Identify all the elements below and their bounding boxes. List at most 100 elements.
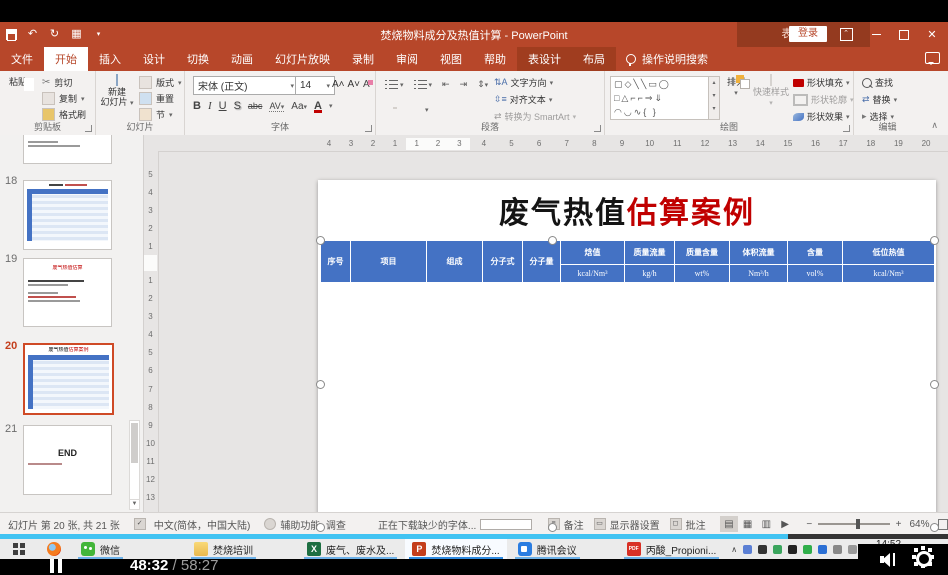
dialog-launcher-icon[interactable] — [85, 125, 92, 132]
shape-outline-button[interactable]: 形状轮廓 ▾ — [793, 93, 854, 106]
tell-me-search[interactable]: 操作说明搜索 — [616, 47, 718, 71]
column-unit[interactable]: kcal/Nm³ — [843, 265, 935, 283]
selection-handle[interactable] — [930, 236, 939, 245]
language-status[interactable]: 中文(简体，中国大陆) — [154, 517, 251, 532]
tab-review[interactable]: 审阅 — [385, 47, 429, 71]
reset-button[interactable]: 重置 — [139, 92, 182, 105]
tray-icon[interactable] — [758, 545, 767, 554]
cut-button[interactable]: ✂剪切 — [42, 76, 86, 89]
text-shadow-button[interactable]: S — [234, 100, 241, 112]
column-unit[interactable]: kg/h — [625, 265, 675, 283]
tray-icon[interactable] — [818, 545, 827, 554]
taskbar-item-meeting[interactable]: 腾讯会议 — [511, 539, 584, 559]
font-size-buttons[interactable]: A˄ A˅ A — [332, 79, 370, 90]
column-header[interactable]: 组成 — [427, 241, 483, 283]
column-header[interactable]: 低位热值 — [843, 241, 935, 265]
zoom-slider[interactable] — [818, 523, 889, 525]
shrink-font-icon[interactable]: A˅ — [348, 79, 361, 90]
shape-fill-button[interactable]: 形状填充 ▾ — [793, 76, 854, 89]
text-direction-button[interactable]: ⇅A文字方向 ▾ — [494, 76, 576, 89]
selection-handle[interactable] — [316, 236, 325, 245]
dialog-launcher-icon[interactable] — [843, 125, 850, 132]
find-button[interactable]: 查找 — [862, 76, 897, 89]
copy-button[interactable]: 复制 ▾ — [42, 92, 86, 105]
slide-sorter-view-button[interactable]: ▦ — [738, 516, 757, 532]
paste-button[interactable]: 粘贴 ▾ — [2, 75, 40, 89]
dialog-launcher-icon[interactable] — [365, 125, 372, 132]
slide-table-wrap[interactable]: 序号项目组成分子式分子量焓值质量流量质量含量体积流量含量低位热值kcal/Nm³… — [320, 240, 934, 527]
underline-button[interactable]: U — [219, 100, 227, 112]
tab-slideshow[interactable]: 幻灯片放映 — [264, 47, 341, 71]
taskbar-item-folder[interactable]: 焚烧培训 — [187, 539, 260, 559]
selection-handle[interactable] — [930, 380, 939, 389]
tab-help[interactable]: 帮助 — [473, 47, 517, 71]
selection-handle[interactable] — [930, 523, 939, 532]
column-unit[interactable]: wt% — [675, 265, 730, 283]
quick-styles-button[interactable]: 快速样式▾ — [753, 75, 789, 109]
justify-button[interactable] — [413, 107, 417, 109]
tray-icon[interactable] — [743, 545, 752, 554]
font-size-combo[interactable]: 14▾ — [295, 76, 335, 95]
font-family-combo[interactable]: 宋体 (正文)▾ — [193, 76, 299, 95]
slide-canvas[interactable]: 废气热值估算案例 序号项目组成分子式分子量焓值质量流量质量含量体积流量含量低位热… — [318, 180, 936, 530]
vertical-ruler[interactable]: 5432112345678910111213 — [144, 151, 159, 512]
tray-icon[interactable] — [833, 545, 842, 554]
thumbnail-slide-21[interactable]: END — [23, 425, 112, 495]
numbering-button[interactable]: ▾ — [412, 79, 435, 90]
taskbar-item-excel[interactable]: X废气、废水及... — [300, 539, 401, 559]
decrease-indent-icon[interactable]: ⇤ — [440, 78, 452, 91]
column-header[interactable]: 序号 — [321, 241, 351, 283]
tab-design[interactable]: 设计 — [132, 47, 176, 71]
selection-handle[interactable] — [316, 523, 325, 532]
align-text-button[interactable]: ⇳≡对齐文本 ▾ — [494, 93, 576, 106]
column-header[interactable]: 质量含量 — [675, 241, 730, 265]
column-unit[interactable]: Nm³/h — [730, 265, 788, 283]
char-spacing-button[interactable]: AV▾ — [269, 101, 284, 112]
fit-slide-icon[interactable] — [938, 519, 948, 530]
taskbar-item-firefox[interactable] — [40, 539, 68, 559]
font-color-button[interactable]: A — [314, 100, 322, 112]
column-header[interactable]: 含量 — [788, 241, 843, 265]
column-header[interactable]: 质量流量 — [625, 241, 675, 265]
close-button[interactable]: ✕ — [918, 22, 946, 47]
tab-layout[interactable]: 布局 — [572, 47, 616, 71]
tab-insert[interactable]: 插入 — [88, 47, 132, 71]
taskbar-item-start[interactable] — [6, 539, 32, 559]
column-header[interactable]: 焓值 — [561, 241, 625, 265]
thumbnail-scrollbar[interactable] — [129, 420, 140, 506]
slide-counter[interactable]: 幻灯片 第 20 张, 共 21 张 — [8, 517, 120, 532]
layout-button[interactable]: 版式 ▾ — [139, 76, 182, 89]
taskbar-item-ppt[interactable]: P焚烧物料成分... — [405, 539, 506, 559]
column-header[interactable]: 分子式 — [483, 241, 523, 283]
spellcheck-icon[interactable]: ✓ — [134, 518, 146, 530]
tab-table-design[interactable]: 表设计 — [517, 47, 572, 71]
bullets-button[interactable]: ▾ — [383, 79, 406, 90]
columns-button[interactable]: ▾ — [423, 98, 431, 118]
tray-expand-icon[interactable]: ∧ — [731, 545, 737, 554]
strikethrough-button[interactable]: abc — [248, 101, 263, 111]
tray-icon[interactable] — [803, 545, 812, 554]
comment-icon[interactable] — [925, 52, 940, 64]
tab-record[interactable]: 录制 — [341, 47, 385, 71]
horizontal-ruler[interactable]: 43211234567891011121314151617181920 — [144, 137, 948, 152]
thumbnail-panel[interactable]: 18 19 废气热值估算 20 废气热值估算案例 21 — [0, 135, 144, 512]
comments-button[interactable]: ◻批注 — [670, 517, 706, 532]
thumbnail-slide-19[interactable]: 废气热值估算 — [23, 258, 112, 327]
tray-icon[interactable] — [788, 545, 797, 554]
thumbnail-slide-18[interactable] — [23, 180, 112, 250]
tab-file[interactable]: 文件 — [0, 47, 44, 71]
slide-title[interactable]: 废气热值估算案例 — [318, 188, 936, 232]
slideshow-button[interactable]: ▶ — [776, 516, 795, 532]
increase-indent-icon[interactable]: ⇥ — [458, 78, 470, 91]
thumbnail-slide-20-selected[interactable]: 废气热值估算案例 — [23, 343, 114, 415]
align-left-button[interactable] — [383, 107, 387, 109]
dialog-launcher-icon[interactable] — [594, 125, 601, 132]
taskbar-item-pdf[interactable]: PDF丙酸_Propioni... — [620, 539, 724, 559]
align-center-button[interactable] — [393, 107, 397, 109]
bold-button[interactable]: B — [193, 100, 201, 112]
line-spacing-icon[interactable]: ⇕▾ — [475, 78, 490, 91]
arrange-button[interactable]: 排列▾ — [721, 75, 751, 99]
column-unit[interactable]: vol% — [788, 265, 843, 283]
selection-handle[interactable] — [316, 380, 325, 389]
accessibility-icon[interactable] — [264, 518, 276, 530]
